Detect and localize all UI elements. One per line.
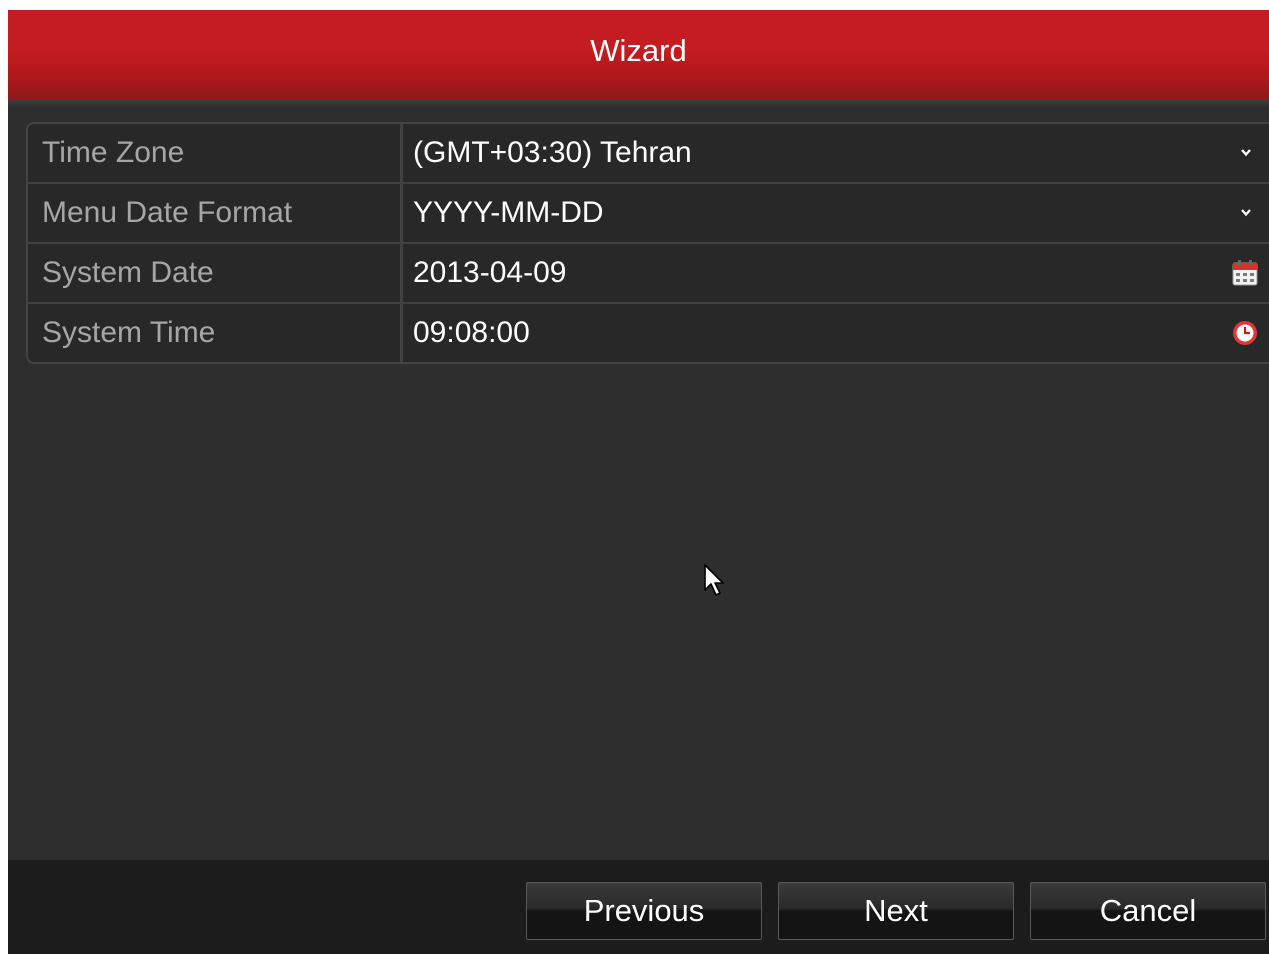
chevron-down-icon[interactable] <box>1239 146 1253 160</box>
dialog-title: Wizard <box>590 33 687 68</box>
time-zone-dropdown[interactable]: (GMT+03:30) Tehran <box>403 124 1269 182</box>
next-button[interactable]: Next <box>778 882 1014 940</box>
system-time-row: System Time 09:08:00 <box>28 304 1269 362</box>
system-date-row: System Date 2013-04-09 <box>28 244 1269 304</box>
menu-date-format-row: Menu Date Format YYYY-MM-DD <box>28 184 1269 244</box>
title-bar: Wizard <box>8 10 1269 100</box>
system-date-field[interactable]: 2013-04-09 <box>403 244 1269 302</box>
title-divider <box>8 100 1269 108</box>
menu-date-format-value: YYYY-MM-DD <box>413 196 604 229</box>
time-zone-row: Time Zone (GMT+03:30) Tehran <box>28 124 1269 184</box>
system-time-value: 09:08:00 <box>413 316 530 349</box>
cancel-button[interactable]: Cancel <box>1030 882 1266 940</box>
button-bar: Previous Next Cancel <box>8 860 1269 954</box>
mouse-cursor-icon <box>704 564 730 600</box>
menu-date-format-dropdown[interactable]: YYYY-MM-DD <box>403 184 1269 242</box>
time-zone-value: (GMT+03:30) Tehran <box>413 136 692 169</box>
previous-button[interactable]: Previous <box>526 882 762 940</box>
system-date-value: 2013-04-09 <box>413 256 567 289</box>
wizard-dialog: Wizard Time Zone (GMT+03:30) Tehran Menu… <box>8 10 1269 954</box>
clock-icon[interactable] <box>1231 319 1259 347</box>
time-zone-label: Time Zone <box>28 124 403 182</box>
chevron-down-icon[interactable] <box>1239 206 1253 220</box>
settings-form: Time Zone (GMT+03:30) Tehran Menu Date F… <box>26 122 1269 364</box>
system-time-field[interactable]: 09:08:00 <box>403 304 1269 362</box>
menu-date-format-label: Menu Date Format <box>28 184 403 242</box>
top-strip <box>0 0 1269 10</box>
system-date-label: System Date <box>28 244 403 302</box>
calendar-icon[interactable] <box>1231 259 1259 287</box>
system-time-label: System Time <box>28 304 403 362</box>
